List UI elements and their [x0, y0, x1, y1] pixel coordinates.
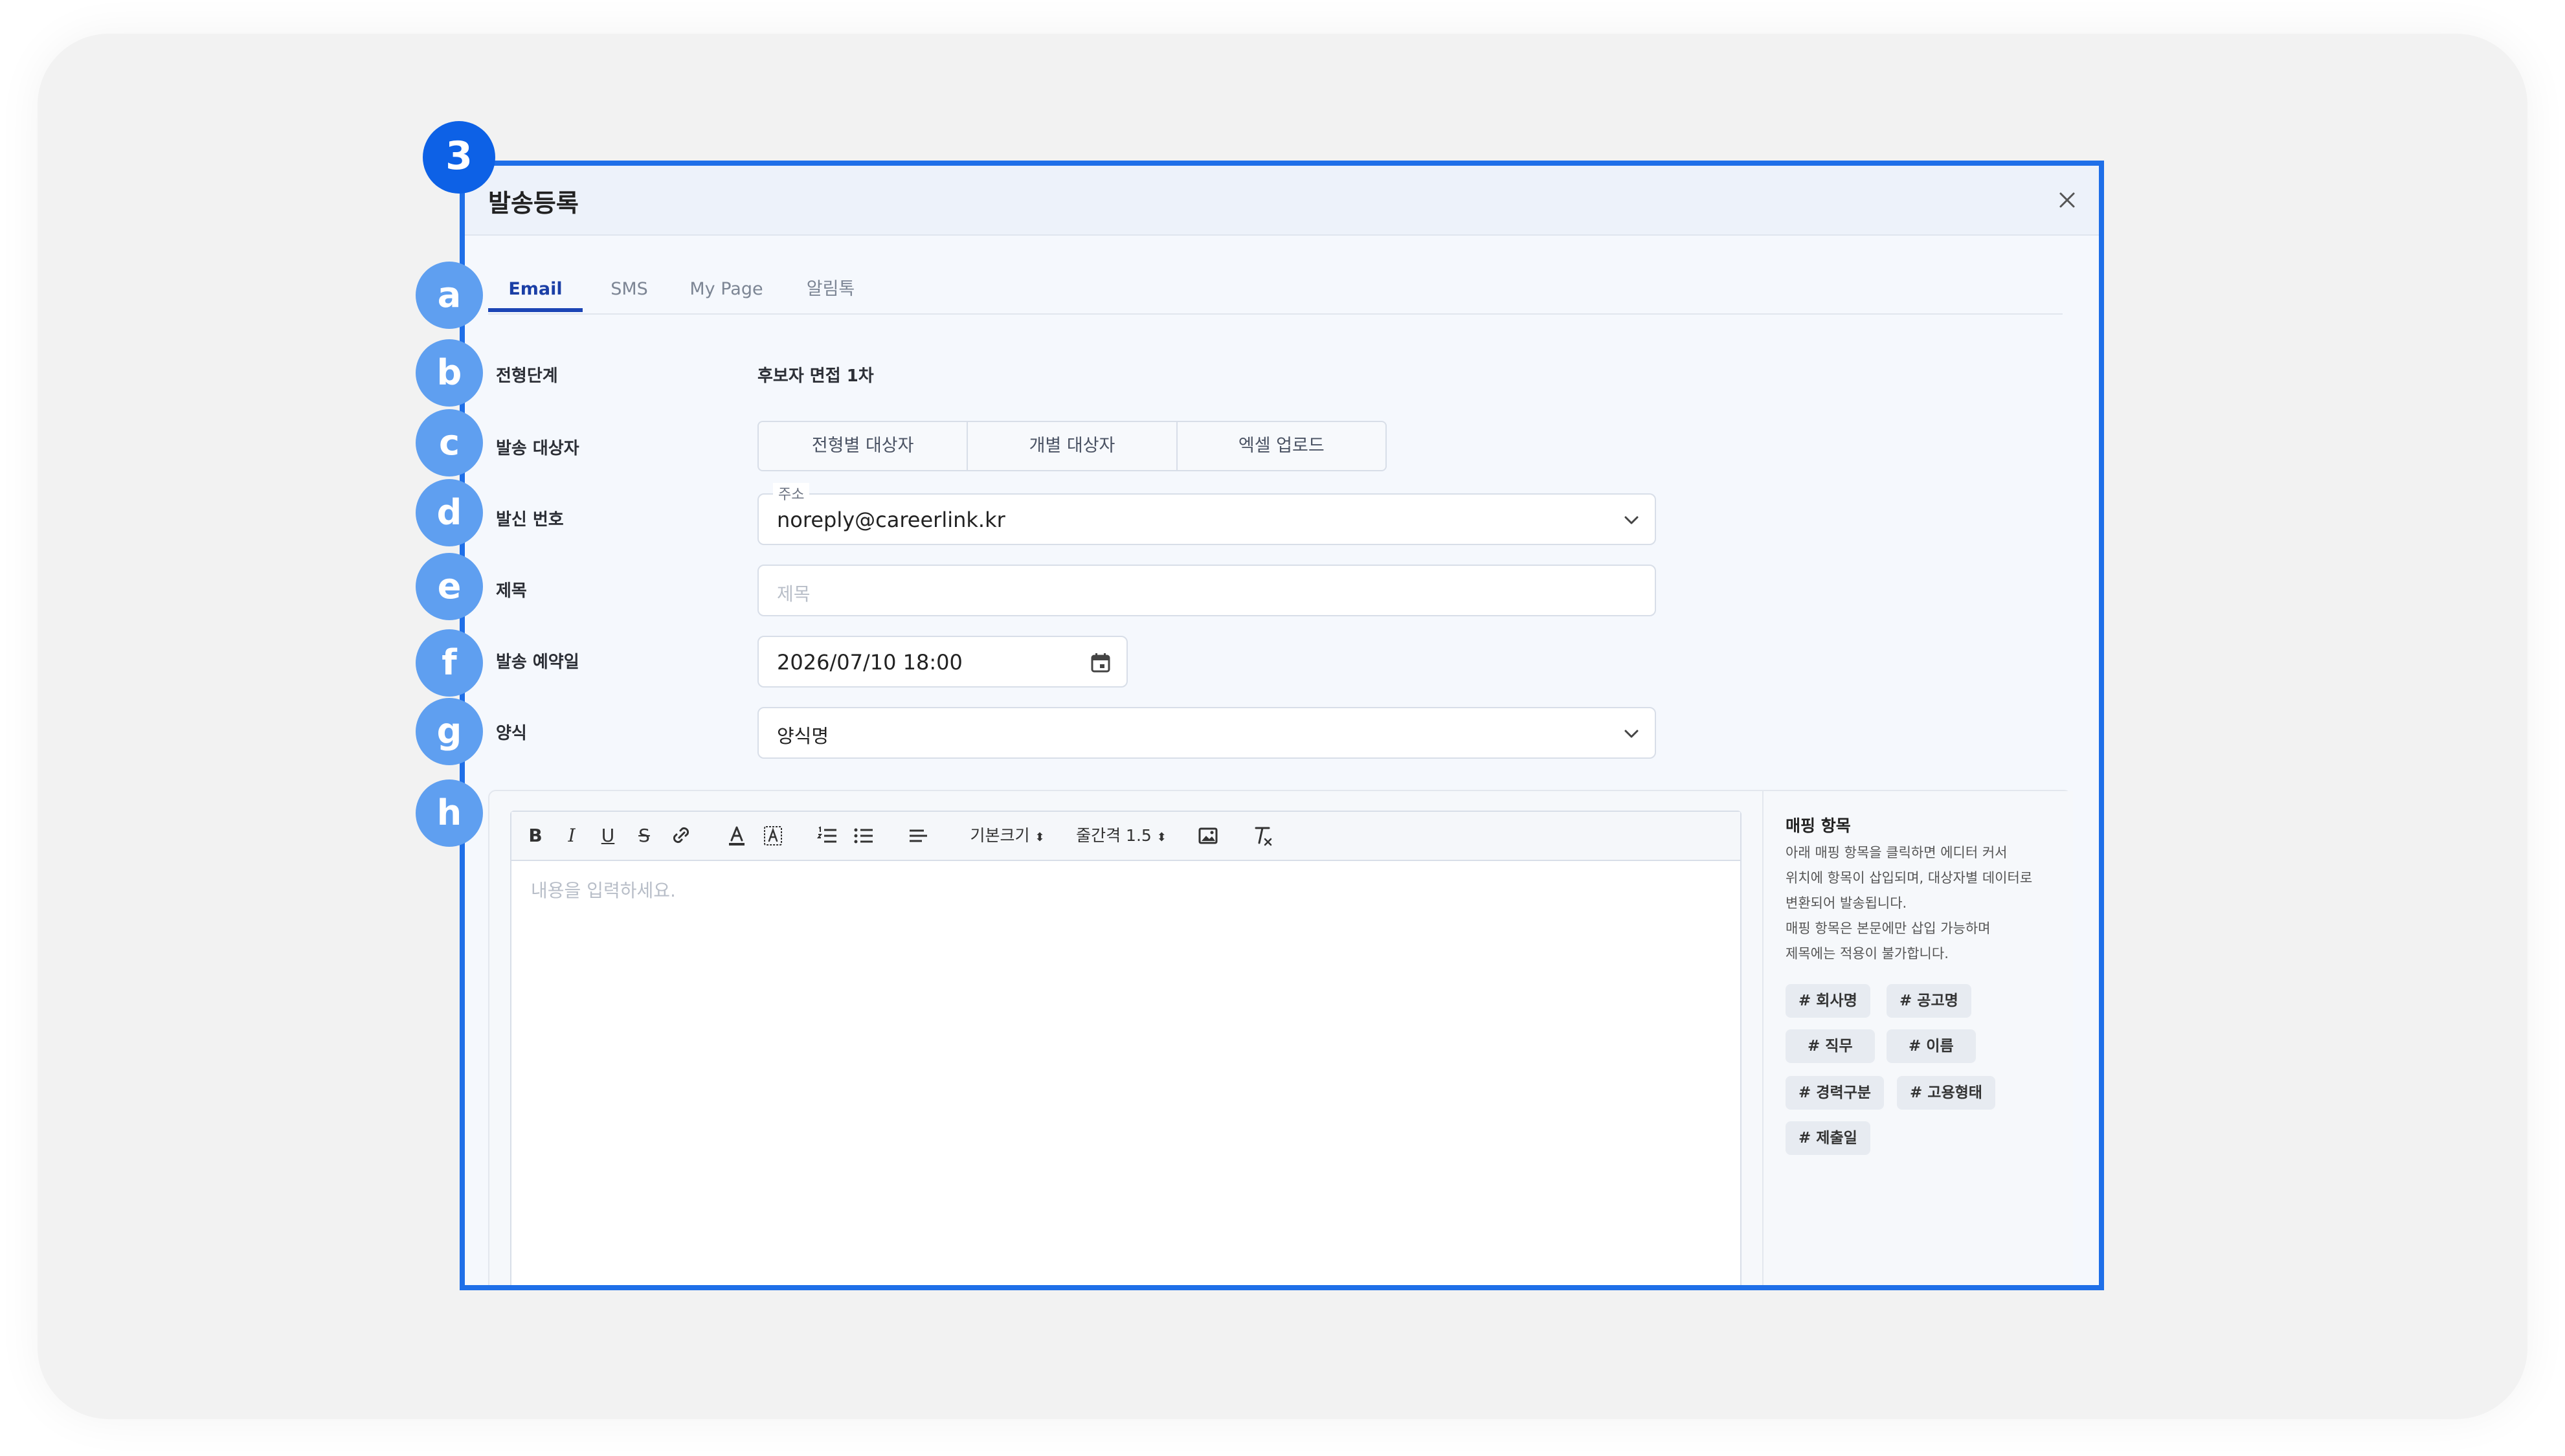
recipients-excel-upload-button[interactable]: 엑셀 업로드: [1178, 422, 1385, 470]
recipients-by-stage-button[interactable]: 전형별 대상자: [759, 422, 969, 470]
marker-h: h: [416, 779, 483, 847]
mapping-chip-employment-type[interactable]: # 고용형태: [1897, 1076, 1995, 1110]
modal-title: 발송등록: [488, 189, 579, 218]
clear-format-icon[interactable]: [1251, 822, 1274, 849]
sender-label: 발신 번호: [496, 510, 564, 530]
chevron-down-icon: [1624, 516, 1639, 524]
calendar-icon[interactable]: [1088, 650, 1114, 676]
mapping-chip-position[interactable]: # 직무: [1786, 1029, 1875, 1063]
line-height-select[interactable]: 줄간격 1.5 ⬍: [1070, 822, 1173, 849]
font-size-value: 기본크기: [970, 826, 1030, 845]
bullet-list-icon[interactable]: [852, 822, 875, 849]
line-height-value: 줄간격 1.5: [1076, 826, 1152, 845]
bold-icon[interactable]: B: [526, 822, 545, 849]
mapping-panel: 매핑 항목 아래 매핑 항목을 클릭하면 에디터 커서 위치에 항목이 삽입되며…: [1762, 791, 2073, 1285]
mapping-desc-line: 제목에는 적용이 불가합니다.: [1786, 946, 1949, 961]
marker-a: a: [416, 262, 483, 329]
schedule-value: 2026/07/10 18:00: [777, 650, 963, 675]
mapping-chip-company[interactable]: # 회사명: [1786, 984, 1870, 1018]
schedule-datetime-input[interactable]: 2026/07/10 18:00: [757, 636, 1128, 688]
recipients-label: 발송 대상자: [496, 439, 579, 458]
underline-icon[interactable]: U: [598, 822, 618, 849]
align-left-icon[interactable]: [906, 822, 930, 849]
recipients-segmented-control: 전형별 대상자 개별 대상자 엑셀 업로드: [757, 421, 1387, 471]
send-registration-modal: 발송등록 Email SMS My Page 알림톡 전형단계 후보자 면접 1…: [460, 161, 2104, 1290]
rich-text-editor: B I U S 기본크기 ⬍ 줄간격 1.5 ⬍ 내용을 입력하세요.: [510, 811, 1742, 1285]
template-value: 양식명: [777, 725, 829, 747]
step-marker-3: 3: [423, 121, 495, 194]
marker-b: b: [416, 339, 483, 407]
editor-toolbar: B I U S 기본크기 ⬍ 줄간격 1.5 ⬍: [511, 812, 1740, 861]
mapping-desc-line: 위치에 항목이 삽입되며, 대상자별 데이터로: [1786, 870, 2033, 886]
stage-label: 전형단계: [496, 366, 558, 386]
mapping-chip-name[interactable]: # 이름: [1887, 1029, 1976, 1063]
link-icon[interactable]: [669, 822, 693, 849]
mapping-chip-career-type[interactable]: # 경력구분: [1786, 1076, 1884, 1110]
subject-input[interactable]: 제목: [757, 565, 1656, 616]
close-icon[interactable]: [2051, 184, 2083, 216]
chevron-down-icon: [1624, 730, 1639, 738]
font-color-icon[interactable]: [725, 822, 748, 849]
image-icon[interactable]: [1196, 822, 1220, 849]
marker-g: g: [416, 698, 483, 765]
sender-field-label: 주소: [773, 483, 810, 504]
template-select[interactable]: 양식명: [757, 707, 1656, 759]
mapping-desc-line: 변환되어 발송됩니다.: [1786, 895, 1907, 911]
sender-select[interactable]: 주소 noreply@careerlink.kr: [757, 483, 1656, 545]
mapping-chip-submit-date[interactable]: # 제출일: [1786, 1121, 1870, 1155]
mapping-chip-job-posting[interactable]: # 공고명: [1887, 984, 1971, 1018]
tab-sms[interactable]: SMS: [597, 259, 662, 312]
schedule-label: 발송 예약일: [496, 653, 579, 672]
channel-tabs: Email SMS My Page 알림톡: [488, 259, 2063, 315]
sender-value: noreply@careerlink.kr: [777, 508, 1005, 532]
tab-email[interactable]: Email: [488, 259, 583, 312]
marker-f: f: [416, 629, 483, 697]
strikethrough-icon[interactable]: S: [634, 822, 654, 849]
ordered-list-icon[interactable]: [816, 822, 839, 849]
subject-placeholder: 제목: [777, 583, 811, 605]
modal-header: 발송등록: [465, 166, 2099, 236]
marker-c: c: [416, 409, 483, 476]
highlight-icon[interactable]: [761, 822, 785, 849]
marker-e: e: [416, 553, 483, 620]
subject-label: 제목: [496, 581, 527, 601]
mapping-description: 아래 매핑 항목을 클릭하면 에디터 커서 위치에 항목이 삽입되며, 대상자별…: [1786, 840, 2064, 967]
tab-my-page[interactable]: My Page: [673, 259, 779, 312]
editor-area: B I U S 기본크기 ⬍ 줄간격 1.5 ⬍ 내용을 입력하세요. 매핑 항…: [488, 790, 2073, 1285]
font-size-select[interactable]: 기본크기 ⬍: [962, 822, 1053, 849]
mapping-desc-line: 매핑 항목은 본문에만 삽입 가능하며: [1786, 921, 1991, 936]
italic-icon[interactable]: I: [562, 822, 581, 849]
select-arrows-icon: ⬍: [1035, 831, 1045, 844]
mapping-desc-line: 아래 매핑 항목을 클릭하면 에디터 커서: [1786, 845, 2008, 860]
stage-value: 후보자 면접 1차: [757, 366, 874, 386]
mapping-title: 매핑 항목: [1786, 816, 1851, 835]
select-arrows-icon: ⬍: [1156, 831, 1167, 844]
recipients-individual-button[interactable]: 개별 대상자: [968, 422, 1178, 470]
marker-d: d: [416, 479, 483, 546]
tab-alimtalk[interactable]: 알림톡: [790, 259, 871, 312]
editor-placeholder: 내용을 입력하세요.: [531, 880, 676, 901]
template-label: 양식: [496, 724, 527, 743]
